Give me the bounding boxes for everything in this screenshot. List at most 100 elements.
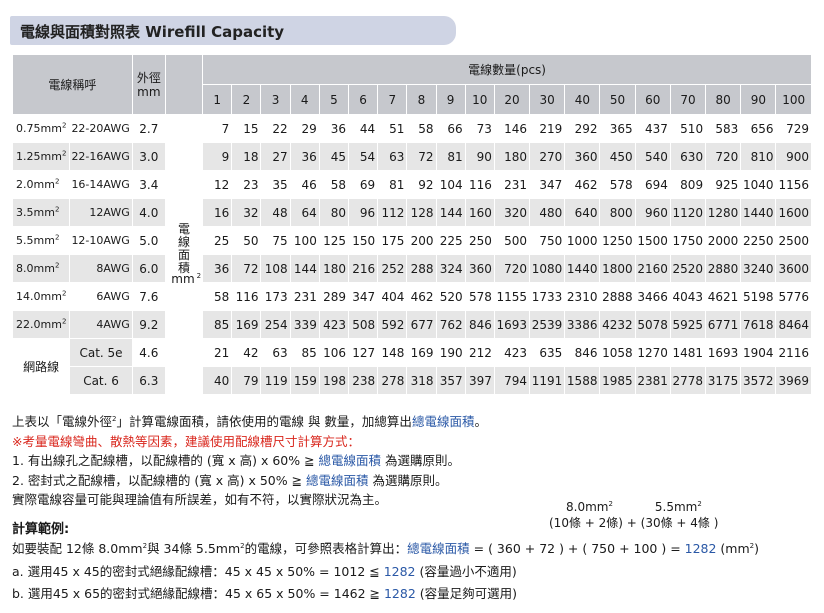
count-cell: 1750 bbox=[669, 226, 707, 255]
count-cell: 160 bbox=[464, 198, 495, 227]
count-cell: 288 bbox=[406, 254, 437, 283]
count-cell: 96 bbox=[347, 198, 379, 227]
count-cell: 144 bbox=[289, 254, 320, 283]
count-cell: 40 bbox=[202, 366, 233, 395]
count-cell: 16 bbox=[202, 198, 233, 227]
od-cell: 9.2 bbox=[131, 310, 166, 339]
count-cell: 1040 bbox=[740, 170, 777, 199]
table-row: 3.5mm2 12AWG 4.0 16 32 48 64 80 96 112 128 144 160 32… bbox=[11, 198, 812, 227]
count-cell: 1191 bbox=[529, 366, 566, 395]
count-cell: 3600 bbox=[775, 254, 812, 283]
count-cell: 3386 bbox=[564, 310, 601, 339]
od-cell: 4.6 bbox=[131, 338, 166, 367]
unit-label: 電線面積 mm 2 bbox=[164, 114, 204, 395]
count-cell: 3466 bbox=[634, 282, 671, 311]
count-cell: 36 bbox=[318, 114, 350, 143]
count-cell: 360 bbox=[464, 254, 495, 283]
count-cell: 270 bbox=[529, 142, 566, 171]
wire-size-cell: 1.25mm2 bbox=[11, 142, 71, 171]
count-cell: 63 bbox=[377, 142, 408, 171]
count-cell: 339 bbox=[289, 310, 320, 339]
note-line-4: 2. 密封式之配線槽，以配線槽的 (寬 x 高) x 50% ≧ 總電線面積 為… bbox=[12, 472, 448, 488]
count-cell: 360 bbox=[564, 142, 601, 171]
count-cell: 2778 bbox=[669, 366, 707, 395]
count-cell: 169 bbox=[231, 310, 262, 339]
count-cell: 520 bbox=[435, 282, 466, 311]
count-cell: 357 bbox=[435, 366, 466, 395]
count-cell: 278 bbox=[377, 366, 408, 395]
count-cell: 22 bbox=[260, 114, 291, 143]
count-cell: 1693 bbox=[705, 338, 742, 367]
count-cell: 800 bbox=[599, 198, 636, 227]
count-header-80: 80 bbox=[705, 84, 742, 115]
count-header-10: 10 bbox=[464, 84, 495, 115]
count-cell: 925 bbox=[705, 170, 742, 199]
count-cell: 36 bbox=[202, 254, 233, 283]
count-cell: 90 bbox=[464, 142, 495, 171]
count-cell: 128 bbox=[406, 198, 437, 227]
count-cell: 72 bbox=[231, 254, 262, 283]
awg-cell: 4AWG bbox=[69, 310, 133, 339]
count-cell: 108 bbox=[260, 254, 291, 283]
count-cell: 25 bbox=[202, 226, 233, 255]
table-row: 2.0mm2 16-14AWG 3.4 12 23 35 46 58 69 81 92 104 116 2… bbox=[11, 170, 812, 199]
calc-fraction-denominator: (10條 + 2條) + (30條 + 4條 ) bbox=[549, 516, 719, 530]
count-cell: 150 bbox=[347, 226, 379, 255]
cable-category-cell: Cat. 6 bbox=[69, 366, 133, 395]
count-cell: 252 bbox=[377, 254, 408, 283]
count-cell: 1733 bbox=[529, 282, 566, 311]
count-cell: 900 bbox=[775, 142, 812, 171]
count-cell: 480 bbox=[529, 198, 566, 227]
count-cell: 46 bbox=[289, 170, 320, 199]
count-cell: 720 bbox=[493, 254, 531, 283]
table-row: 8.0mm2 8AWG 6.0 36 72 108 144 180 216 252 288 324 36… bbox=[11, 254, 812, 283]
count-cell: 2160 bbox=[634, 254, 671, 283]
count-cell: 73 bbox=[464, 114, 495, 143]
count-cell: 81 bbox=[377, 170, 408, 199]
count-cell: 462 bbox=[564, 170, 601, 199]
count-cell: 1500 bbox=[634, 226, 671, 255]
count-cell: 397 bbox=[464, 366, 495, 395]
count-cell: 54 bbox=[347, 142, 379, 171]
count-cell: 3175 bbox=[705, 366, 742, 395]
wire-size-cell: 2.0mm2 bbox=[11, 170, 71, 199]
count-cell: 437 bbox=[634, 114, 671, 143]
count-cell: 112 bbox=[377, 198, 408, 227]
count-header-30: 30 bbox=[529, 84, 566, 115]
calc-example: 如要裝配 12條 8.0mm2與 34條 5.5mm2的電線，可參照表格計算出：… bbox=[12, 538, 759, 606]
count-header-3: 3 bbox=[260, 84, 291, 115]
count-cell: 7 bbox=[202, 114, 233, 143]
count-cell: 148 bbox=[377, 338, 408, 367]
count-cell: 9 bbox=[202, 142, 233, 171]
count-cell: 42 bbox=[231, 338, 262, 367]
count-header-6: 6 bbox=[347, 84, 379, 115]
cable-category-cell: Cat. 5e bbox=[69, 338, 133, 367]
count-cell: 729 bbox=[775, 114, 812, 143]
count-cell: 2250 bbox=[740, 226, 777, 255]
calc-line-b: b. 選用45 x 65的密封式絕緣配線槽：45 x 65 x 50% = 14… bbox=[12, 586, 518, 601]
count-cell: 35 bbox=[260, 170, 291, 199]
awg-cell: 12AWG bbox=[69, 198, 133, 227]
count-cell: 85 bbox=[202, 310, 233, 339]
count-cell: 225 bbox=[435, 226, 466, 255]
note-line-2: ※考量電線彎曲、散熱等因素，建議使用配線槽尺寸計算方式： bbox=[12, 433, 360, 449]
count-cell: 510 bbox=[669, 114, 707, 143]
count-cell: 254 bbox=[260, 310, 291, 339]
count-cell: 92 bbox=[406, 170, 437, 199]
count-cell: 79 bbox=[231, 366, 262, 395]
count-cell: 677 bbox=[406, 310, 437, 339]
note-line-5: 實際電線容量可能與理論值有所誤差，如有不符，以實際狀況為主。 bbox=[12, 492, 388, 507]
awg-cell: 12-10AWG bbox=[69, 226, 133, 255]
awg-cell: 6AWG bbox=[69, 282, 133, 311]
count-cell: 578 bbox=[599, 170, 636, 199]
count-header-100: 100 bbox=[775, 84, 812, 115]
count-cell: 66 bbox=[435, 114, 466, 143]
table-row: 14.0mm2 6AWG 7.6 58 116 173 231 289 347 404 462 520… bbox=[11, 282, 812, 311]
count-cell: 116 bbox=[464, 170, 495, 199]
count-cell: 1058 bbox=[599, 338, 636, 367]
count-cell: 2880 bbox=[705, 254, 742, 283]
count-cell: 212 bbox=[464, 338, 495, 367]
count-cell: 5198 bbox=[740, 282, 777, 311]
count-cell: 2500 bbox=[775, 226, 812, 255]
count-cell: 656 bbox=[740, 114, 777, 143]
